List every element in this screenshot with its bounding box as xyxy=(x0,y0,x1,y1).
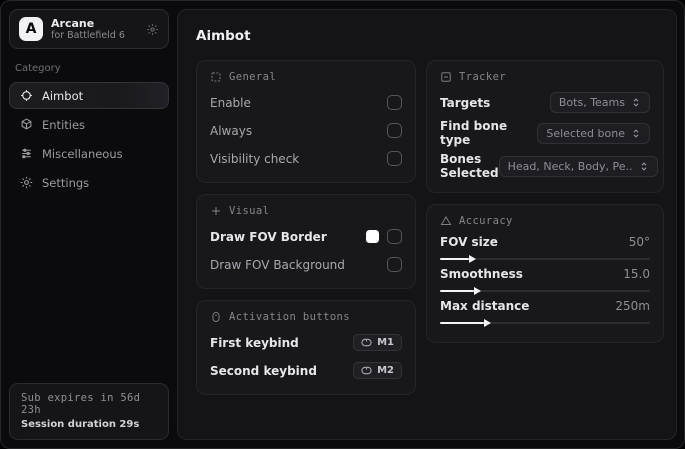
sliders-icon xyxy=(20,147,33,160)
slider-fill xyxy=(440,286,481,295)
entities-icon xyxy=(20,118,33,131)
slider-group-max-distance: Max distance 250m xyxy=(440,299,650,327)
bones-selected-dropdown[interactable]: Head, Neck, Body, Pe.. xyxy=(498,155,658,177)
always-checkbox[interactable] xyxy=(387,123,402,138)
slider-label: Smoothness xyxy=(440,267,523,281)
setting-label: Draw FOV Background xyxy=(210,257,345,272)
setting-row-first-keybind: First keybind M1 xyxy=(210,331,402,354)
sidebar-item-label: Settings xyxy=(42,175,90,190)
setting-row-visibility-check: Visibility check xyxy=(210,147,402,170)
panel-title: General xyxy=(229,71,277,83)
color-swatch[interactable] xyxy=(366,230,379,243)
setting-label: Draw FOV Border xyxy=(210,229,327,244)
sidebar-item-label: Entities xyxy=(42,117,86,132)
keybind-button-m2[interactable]: M2 xyxy=(353,362,402,379)
main-content: Aimbot General Enable Always Visibility … xyxy=(177,9,677,440)
visual-panel: Visual Draw FOV Border Draw FOV Backgrou… xyxy=(196,194,416,289)
mouse-icon xyxy=(210,311,222,323)
dropdown-value: Bots, Teams xyxy=(558,96,625,109)
panel-title: Activation buttons xyxy=(229,311,350,323)
sidebar-item-settings[interactable]: Settings xyxy=(9,169,169,196)
draw-fov-border-checkbox[interactable] xyxy=(387,229,402,244)
mouse-icon xyxy=(361,338,372,347)
slider-fill xyxy=(440,318,492,327)
dropdown-value: Selected bone xyxy=(546,126,625,140)
setting-row-bones-selected: Bones Selected Head, Neck, Body, Pe.. xyxy=(440,152,658,180)
grid-icon xyxy=(210,71,222,83)
slider-label: Max distance xyxy=(440,299,530,313)
max-distance-slider[interactable] xyxy=(440,318,650,327)
slider-value: 15.0 xyxy=(623,267,650,281)
plus-crosshair-icon xyxy=(210,205,222,217)
box-minus-icon xyxy=(440,71,452,83)
subscription-card: Sub expires in 56d 23h Session duration … xyxy=(9,383,169,440)
setting-label: Always xyxy=(210,123,253,138)
setting-row-find-bone-type: Find bone type Selected bone xyxy=(440,119,650,147)
panel-title: Tracker xyxy=(459,71,507,83)
sidebar-item-entities[interactable]: Entities xyxy=(9,111,169,138)
slider-thumb[interactable] xyxy=(473,286,481,295)
page-title: Aimbot xyxy=(196,28,251,44)
setting-row-targets: Targets Bots, Teams xyxy=(440,91,650,114)
slider-label: FOV size xyxy=(440,235,498,249)
session-duration-text: Session duration 29s xyxy=(21,419,140,430)
setting-row-draw-fov-background: Draw FOV Background xyxy=(210,253,402,276)
gear-icon[interactable] xyxy=(146,23,159,36)
draw-fov-background-checkbox[interactable] xyxy=(387,257,402,272)
panel-title: Visual xyxy=(229,205,270,217)
setting-label: Find bone type xyxy=(440,119,508,147)
sidebar-item-miscellaneous[interactable]: Miscellaneous xyxy=(9,140,169,167)
smoothness-slider[interactable] xyxy=(440,286,650,295)
visibility-check-checkbox[interactable] xyxy=(387,151,402,166)
chevrons-up-down-icon xyxy=(639,161,649,172)
find-bone-type-dropdown[interactable]: Selected bone xyxy=(537,122,650,144)
general-panel: General Enable Always Visibility check xyxy=(196,60,416,183)
gear-icon xyxy=(20,176,33,189)
setting-row-draw-fov-border: Draw FOV Border xyxy=(210,225,402,248)
setting-row-always: Always xyxy=(210,119,402,142)
slider-thumb[interactable] xyxy=(469,254,477,263)
fov-size-slider[interactable] xyxy=(440,254,650,263)
category-label: Category xyxy=(15,63,61,74)
mouse-icon xyxy=(361,366,372,375)
activation-buttons-panel: Activation buttons First keybind M1 Seco… xyxy=(196,300,416,395)
setting-label: Second keybind xyxy=(210,363,317,378)
chevrons-up-down-icon xyxy=(631,97,641,108)
keybind-value: M1 xyxy=(377,337,394,348)
setting-row-second-keybind: Second keybind M2 xyxy=(210,359,402,382)
setting-label: Targets xyxy=(440,95,491,110)
keybind-button-m1[interactable]: M1 xyxy=(353,334,402,351)
sub-expires-text: Sub expires in 56d 23h xyxy=(21,392,141,416)
sidebar-item-label: Aimbot xyxy=(42,88,84,103)
accuracy-panel: Accuracy FOV size 50° Smoothness 15.0 Ma… xyxy=(426,204,664,343)
panel-title: Accuracy xyxy=(459,215,513,227)
targets-dropdown[interactable]: Bots, Teams xyxy=(549,92,650,113)
sidebar-item-label: Miscellaneous xyxy=(42,146,123,161)
keybind-value: M2 xyxy=(377,365,394,376)
tracker-panel: Tracker Targets Bots, Teams Find bone ty… xyxy=(426,60,664,193)
slider-value: 50° xyxy=(628,235,650,249)
setting-label: First keybind xyxy=(210,335,299,350)
sidebar: A Arcane for Battlefield 6 Category Aimb… xyxy=(1,1,177,448)
slider-group-smoothness: Smoothness 15.0 xyxy=(440,267,650,295)
app-window: A Arcane for Battlefield 6 Category Aimb… xyxy=(0,0,685,449)
slider-fill xyxy=(440,254,477,263)
chevrons-up-down-icon xyxy=(631,128,641,139)
app-logo: A xyxy=(19,17,43,41)
setting-row-enable: Enable xyxy=(210,91,402,114)
app-subtitle: for Battlefield 6 xyxy=(51,29,125,41)
app-name: Arcane xyxy=(51,16,95,30)
sidebar-item-aimbot[interactable]: Aimbot xyxy=(9,82,169,109)
dropdown-value: Head, Neck, Body, Pe.. xyxy=(507,159,633,173)
crosshair-icon xyxy=(20,89,33,102)
setting-label: Visibility check xyxy=(210,151,300,166)
setting-label: Bones Selected xyxy=(440,152,499,180)
slider-group-fov-size: FOV size 50° xyxy=(440,235,650,263)
slider-thumb[interactable] xyxy=(484,318,492,327)
slider-value: 250m xyxy=(615,299,650,313)
app-header-card: A Arcane for Battlefield 6 xyxy=(9,9,169,49)
setting-label: Enable xyxy=(210,95,251,110)
enable-checkbox[interactable] xyxy=(387,95,402,110)
triangle-icon xyxy=(440,215,452,227)
